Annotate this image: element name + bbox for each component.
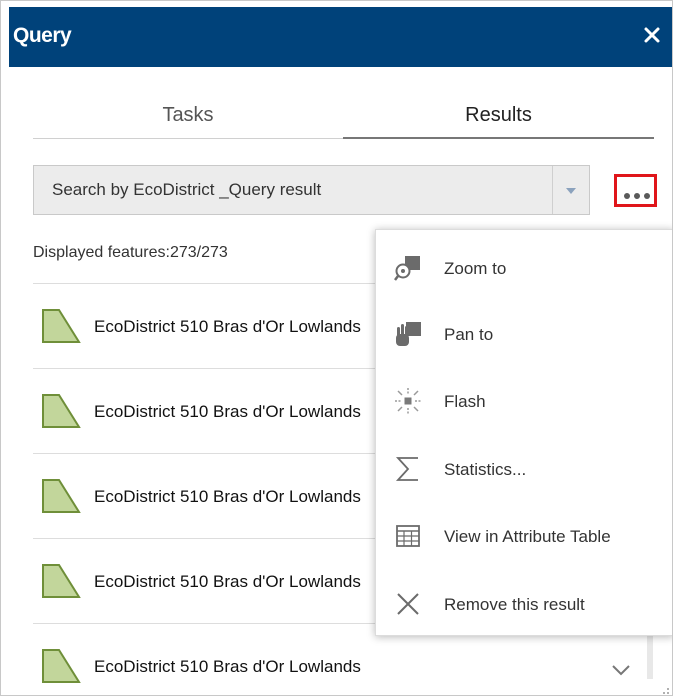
statistics-icon <box>393 454 423 484</box>
select-divider <box>552 166 553 214</box>
zoom-to-icon <box>393 253 423 283</box>
result-label: EcoDistrict 510 Bras d'Or Lowlands <box>94 657 361 676</box>
title-bar: Query <box>9 7 672 67</box>
menu-item-flash[interactable]: Flash <box>376 367 672 433</box>
menu-item-view-attribute-table[interactable]: View in Attribute Table <box>376 502 672 568</box>
panel-title: Query <box>13 24 72 47</box>
result-label: EcoDistrict 510 Bras d'Or Lowlands <box>94 487 361 506</box>
menu-label-flash: Flash <box>444 392 486 411</box>
more-options-icon <box>624 187 650 205</box>
tab-active-indicator <box>343 137 654 139</box>
result-select[interactable]: Search by EcoDistrict _Query result <box>33 165 590 215</box>
tab-bar: Tasks Results <box>33 91 654 141</box>
more-options-button[interactable] <box>614 174 657 207</box>
menu-label-statistics: Statistics... <box>444 460 527 479</box>
query-panel: Query Tasks Results Search by EcoDistric… <box>0 0 673 696</box>
result-select-value: Search by EcoDistrict _Query result <box>52 180 322 199</box>
result-label: EcoDistrict 510 Bras d'Or Lowlands <box>94 317 361 336</box>
flash-icon <box>393 386 423 416</box>
displayed-features-count: Displayed features:273/273 <box>33 244 228 261</box>
menu-item-remove-result[interactable]: Remove this result <box>376 570 672 636</box>
result-label: EcoDistrict 510 Bras d'Or Lowlands <box>94 402 361 421</box>
result-label: EcoDistrict 510 Bras d'Or Lowlands <box>94 572 361 591</box>
menu-label-remove-result: Remove this result <box>444 595 585 614</box>
polygon-icon <box>41 393 81 429</box>
close-icon[interactable] <box>640 23 664 47</box>
polygon-icon <box>41 308 81 344</box>
menu-item-pan-to[interactable]: Pan to <box>376 300 672 366</box>
menu-label-pan-to: Pan to <box>444 325 494 344</box>
polygon-icon <box>41 648 81 684</box>
tab-results[interactable]: Results <box>343 91 654 139</box>
chevron-down-icon[interactable] <box>610 663 632 677</box>
tab-tasks[interactable]: Tasks <box>33 91 343 139</box>
polygon-icon <box>41 563 81 599</box>
result-actions-menu: Zoom to Pan to Flash Statistics... View … <box>375 229 672 636</box>
dropdown-arrow-icon[interactable] <box>563 184 579 196</box>
menu-item-zoom-to[interactable]: Zoom to <box>376 234 672 300</box>
menu-label-view-attribute-table: View in Attribute Table <box>444 527 611 546</box>
remove-icon <box>393 589 423 619</box>
pan-to-icon <box>393 319 423 349</box>
menu-item-statistics[interactable]: Statistics... <box>376 435 672 501</box>
polygon-icon <box>41 478 81 514</box>
menu-label-zoom-to: Zoom to <box>444 259 507 278</box>
attribute-table-icon <box>393 521 423 551</box>
resize-grip-icon[interactable] <box>658 684 670 694</box>
